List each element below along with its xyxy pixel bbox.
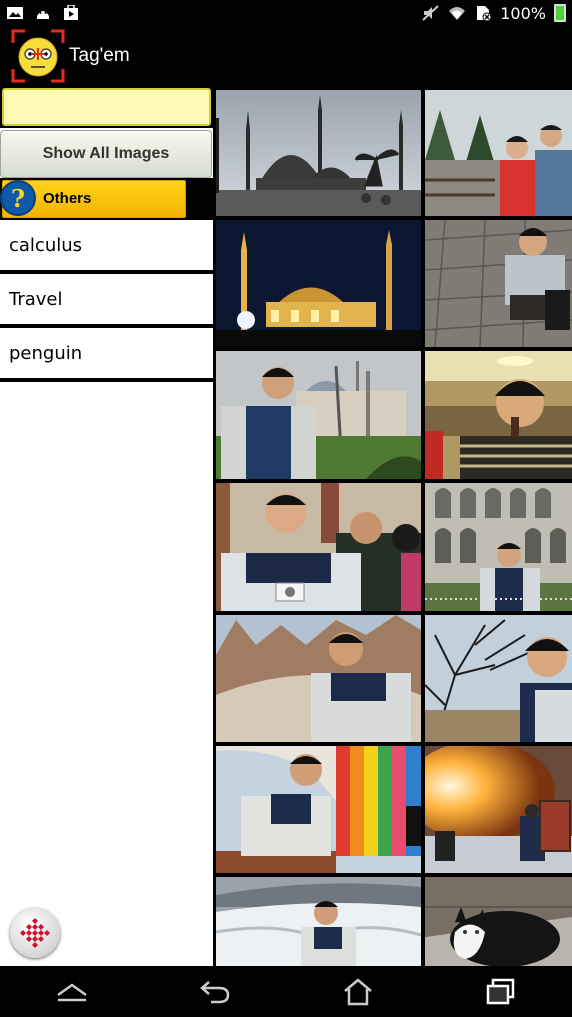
back-button[interactable] — [185, 966, 245, 1017]
battery-percent: 100% — [500, 3, 546, 23]
image-thumb-man-camera[interactable] — [216, 483, 421, 611]
image-thumb-cat[interactable] — [425, 877, 572, 966]
back-dismiss-icon — [56, 982, 87, 1001]
image-thumb-man-mosque-garden[interactable] — [216, 351, 421, 479]
play-store-icon — [64, 5, 78, 20]
tag-item-travel[interactable]: Travel — [0, 274, 213, 328]
tag-item-label: calculus — [9, 234, 83, 256]
image-thumb-man-cappadocia[interactable] — [216, 615, 421, 742]
status-right-icons: 100% — [422, 4, 566, 23]
hide-keyboard-button[interactable] — [42, 966, 102, 1017]
tag-search-input[interactable] — [2, 88, 211, 126]
image-thumb-man-bare-tree[interactable] — [425, 615, 572, 742]
image-thumb-man-snowy-terraces[interactable] — [216, 877, 421, 966]
tag-list: calculus Travel penguin — [0, 220, 213, 382]
wifi-icon — [449, 7, 466, 20]
home-icon — [343, 977, 372, 1005]
image-thumb-man-crouching-cobblestone[interactable] — [425, 220, 572, 347]
status-left-icons — [6, 5, 80, 21]
mute-icon — [422, 5, 439, 21]
android-debug-icon — [37, 11, 49, 19]
status-bar: 100% — [0, 0, 572, 26]
others-label: Others — [43, 190, 92, 207]
image-grid — [213, 86, 572, 966]
recent-apps-icon — [486, 978, 514, 1004]
home-button[interactable] — [328, 966, 388, 1017]
app-bar: Tag'em — [0, 26, 572, 86]
tag-sidebar: Show All Images Others ? calculus Travel… — [0, 86, 213, 966]
image-thumb-man-eating-restaurant[interactable] — [425, 351, 572, 479]
image-thumb-man-arcade-building[interactable] — [425, 483, 572, 611]
image-thumb-mosque-night[interactable] — [216, 220, 421, 347]
show-all-images-button[interactable]: Show All Images — [0, 130, 212, 178]
tag-item-label: Travel — [9, 288, 63, 310]
tag-item-penguin[interactable]: penguin — [0, 328, 213, 382]
navigation-bar — [0, 966, 572, 1017]
sim-icon — [477, 6, 492, 21]
battery-icon — [554, 4, 566, 22]
help-icon[interactable]: ? — [0, 180, 36, 216]
search-container — [0, 86, 213, 128]
tagem-face-icon[interactable] — [11, 29, 65, 83]
others-row: Others ? — [0, 178, 213, 220]
dot-grid-icon — [20, 918, 50, 948]
grid-menu-button[interactable] — [10, 908, 60, 958]
recent-apps-button[interactable] — [471, 966, 531, 1017]
image-thumb-balloon-burner[interactable] — [425, 746, 572, 873]
image-thumb-mosque-day[interactable] — [216, 90, 421, 216]
image-thumb-couple-park[interactable] — [425, 90, 572, 216]
tag-item-calculus[interactable]: calculus — [0, 220, 213, 274]
tag-item-label: penguin — [9, 342, 83, 364]
image-thumb-man-hot-air-balloon[interactable] — [216, 746, 421, 873]
gallery-icon — [7, 7, 23, 19]
app-title: Tag'em — [69, 45, 130, 66]
back-icon — [199, 980, 229, 1003]
